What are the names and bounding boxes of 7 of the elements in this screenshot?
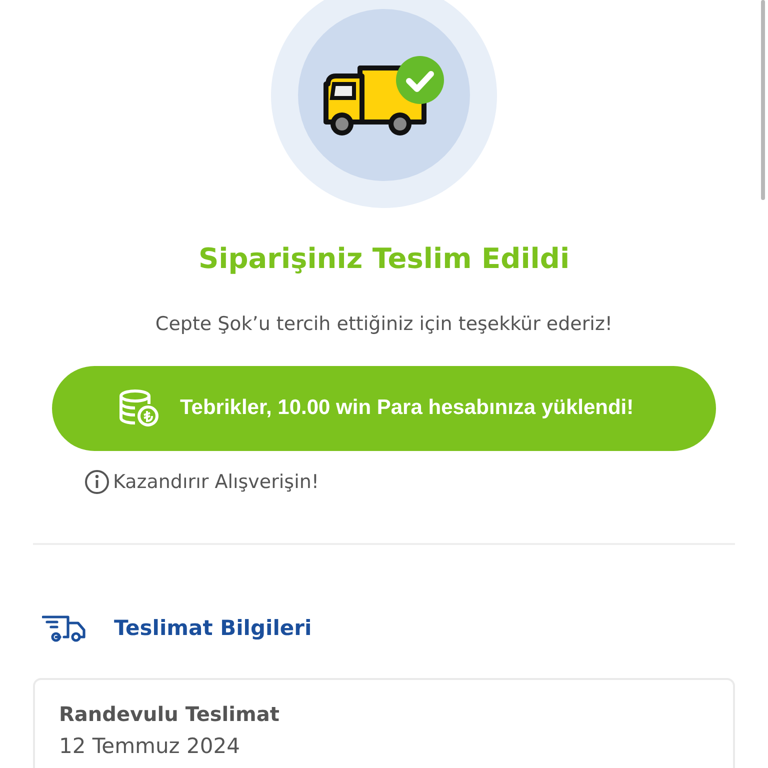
reward-message: Tebrikler, 10.00 win Para hesabınıza yüklendi!	[180, 396, 634, 420]
delivery-date: 12 Temmuz 2024	[59, 734, 241, 758]
delivery-type: Randevulu Teslimat	[59, 702, 280, 726]
info-text: Kazandırır Alışverişin!	[113, 471, 320, 493]
status-title: Siparişiniz Teslim Edildi	[198, 242, 570, 276]
thank-you-message: Cepte Şok’u tercih ettiğiniz için teşekkür ederiz!	[155, 312, 613, 336]
section-heading: Teslimat Bilgileri	[114, 616, 312, 640]
